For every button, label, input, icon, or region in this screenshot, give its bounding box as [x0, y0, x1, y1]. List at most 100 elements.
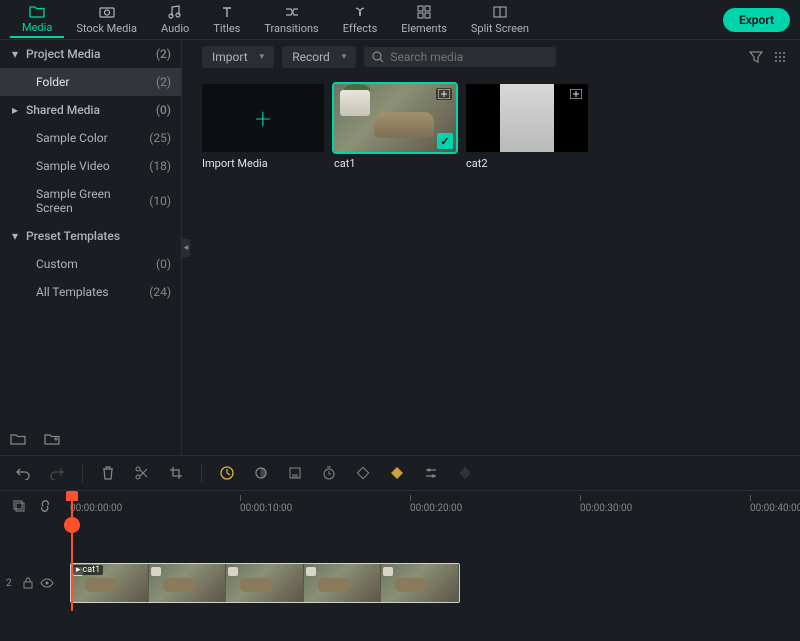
ruler-time: 00:00:40:00	[750, 503, 800, 514]
tab-label: Split Screen	[471, 22, 529, 35]
add-to-timeline-icon[interactable]	[568, 88, 584, 100]
timeline-clip-cat1[interactable]: ▸ cat1	[70, 563, 460, 603]
music-icon	[167, 4, 183, 20]
ruler-time: 00:00:20:00	[410, 503, 462, 514]
video-track: 2 ▸ cat1	[0, 561, 800, 605]
timeline: 00:00:00:00 00:00:10:00 00:00:20:00 00:0…	[0, 455, 800, 641]
ruler-time: 00:00:00:00	[70, 503, 122, 514]
undo-button[interactable]	[14, 464, 32, 482]
lock-icon[interactable]	[22, 574, 34, 592]
item-count: (24)	[149, 285, 171, 299]
sidebar-item-label: Project Media	[26, 47, 100, 61]
media-item-cat1[interactable]: ✓ cat1	[334, 84, 456, 170]
chevron-down-icon: ▾	[10, 47, 20, 61]
export-label: Export	[739, 13, 774, 27]
timeline-link-icon[interactable]	[36, 497, 54, 515]
tab-label: Elements	[401, 22, 447, 35]
media-label: Import Media	[202, 157, 324, 170]
timeline-ruler[interactable]: 00:00:00:00 00:00:10:00 00:00:20:00 00:0…	[70, 491, 800, 521]
duration-button[interactable]	[320, 464, 338, 482]
sidebar: ▾ Project Media (2) Folder (2) ▸ Shared Me…	[0, 40, 182, 455]
marker-button[interactable]	[388, 464, 406, 482]
tab-titles[interactable]: Titles	[201, 2, 252, 37]
import-label: Import	[212, 50, 248, 64]
text-icon	[219, 4, 235, 20]
tab-effects[interactable]: Effects	[331, 2, 390, 37]
sidebar-item-label: Preset Templates	[26, 229, 120, 243]
media-item-cat2[interactable]: cat2	[466, 84, 588, 170]
tab-split-screen[interactable]: Split Screen	[459, 2, 541, 37]
import-dropdown[interactable]: Import ▾	[202, 46, 274, 68]
timeline-copy-icon[interactable]	[10, 497, 28, 515]
chevron-down-icon: ▾	[260, 52, 265, 62]
sidebar-item-label: All Templates	[36, 285, 109, 299]
item-count: (10)	[149, 194, 171, 208]
add-to-timeline-icon[interactable]	[436, 88, 452, 100]
sidebar-item-shared-media[interactable]: ▸ Shared Media (0)	[0, 96, 181, 124]
collapse-handle[interactable]: ◂	[182, 40, 190, 455]
tab-audio[interactable]: Audio	[149, 2, 201, 37]
chevron-right-icon: ▸	[10, 103, 20, 117]
crop-button[interactable]	[167, 464, 185, 482]
sidebar-item-custom[interactable]: Custom (0)	[0, 250, 181, 278]
item-count: (0)	[156, 103, 171, 117]
media-label: cat1	[334, 157, 456, 170]
transitions-icon	[284, 4, 300, 20]
item-count: (2)	[156, 75, 171, 89]
top-tab-bar: Media Stock Media Audio Titles Transitio…	[0, 0, 800, 40]
effects-icon	[352, 4, 368, 20]
item-count: (18)	[149, 159, 171, 173]
tab-media[interactable]: Media	[10, 1, 64, 38]
item-count: (0)	[156, 257, 171, 271]
folder-icon	[29, 3, 45, 19]
sidebar-item-label: Sample Video	[36, 159, 110, 173]
tab-stock-media[interactable]: Stock Media	[64, 2, 149, 37]
item-count: (25)	[149, 131, 171, 145]
track-number: 2	[6, 578, 16, 589]
sidebar-item-project-media[interactable]: ▾ Project Media (2)	[0, 40, 181, 68]
tab-label: Media	[22, 21, 52, 34]
sidebar-item-sample-color[interactable]: Sample Color (25)	[0, 124, 181, 152]
adjust-button[interactable]	[422, 464, 440, 482]
sidebar-item-folder[interactable]: Folder (2)	[0, 68, 181, 96]
speed-button[interactable]	[218, 464, 236, 482]
keyframe-button[interactable]	[354, 464, 372, 482]
record-dropdown[interactable]: Record▾	[282, 46, 356, 68]
camera-icon	[99, 4, 115, 20]
content-area: Import▾ Record▾ + Import Media ✓ ca	[190, 40, 800, 455]
sidebar-item-all-templates[interactable]: All Templates (24)	[0, 278, 181, 306]
clip-label: ▸ cat1	[73, 565, 103, 575]
import-media-card[interactable]: + Import Media	[202, 84, 324, 170]
filter-icon[interactable]	[748, 49, 764, 65]
sidebar-item-preset-templates[interactable]: ▾ Preset Templates	[0, 222, 181, 250]
green-screen-button[interactable]	[286, 464, 304, 482]
tab-elements[interactable]: Elements	[389, 2, 459, 37]
grid-view-icon[interactable]	[772, 49, 788, 65]
tab-label: Effects	[343, 22, 378, 35]
tab-label: Transitions	[264, 22, 318, 35]
color-button[interactable]	[252, 464, 270, 482]
search-icon	[372, 51, 384, 63]
delete-button[interactable]	[99, 464, 117, 482]
plus-icon: +	[255, 102, 271, 135]
folder-open-icon[interactable]	[10, 431, 26, 447]
search-input-wrap	[364, 47, 556, 67]
sidebar-item-label: Sample Green Screen	[36, 187, 149, 215]
chevron-down-icon: ▾	[10, 229, 20, 243]
visibility-icon[interactable]	[40, 574, 54, 592]
redo-button[interactable]	[48, 464, 66, 482]
audio-button[interactable]	[456, 464, 474, 482]
sidebar-item-label: Shared Media	[26, 103, 100, 117]
sidebar-item-sample-green-screen[interactable]: Sample Green Screen (10)	[0, 180, 181, 222]
tab-label: Audio	[161, 22, 189, 35]
new-folder-icon[interactable]	[44, 431, 60, 447]
sidebar-item-label: Sample Color	[36, 131, 108, 145]
sidebar-item-sample-video[interactable]: Sample Video (18)	[0, 152, 181, 180]
playhead[interactable]	[71, 491, 73, 611]
tab-transitions[interactable]: Transitions	[252, 2, 330, 37]
search-input[interactable]	[390, 50, 548, 64]
split-screen-icon	[492, 4, 508, 20]
item-count: (2)	[156, 47, 171, 61]
split-button[interactable]	[133, 464, 151, 482]
export-button[interactable]: Export	[723, 8, 790, 32]
